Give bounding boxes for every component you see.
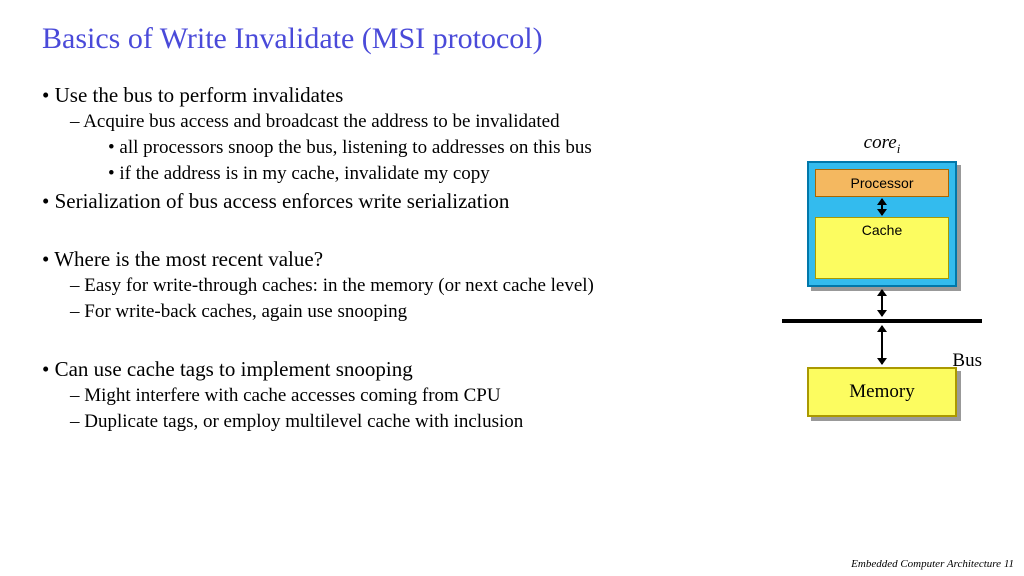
bullet-l2: Duplicate tags, or employ multilevel cac… (42, 410, 762, 434)
architecture-diagram: corei Processor Cache Bus Memory (792, 132, 972, 417)
slide-footer: Embedded Computer Architecture 11 (851, 558, 1014, 570)
memory-box: Memory (807, 367, 957, 417)
cache-box: Cache (815, 217, 949, 279)
bullet-content: Use the bus to perform invalidates Acqui… (42, 82, 762, 435)
processor-box: Processor (815, 169, 949, 197)
arrow-icon (881, 199, 883, 215)
bullet-l3: all processors snoop the bus, listening … (42, 136, 762, 160)
bullet-l3: if the address is in my cache, invalidat… (42, 162, 762, 186)
bullet-l2: Easy for write-through caches: in the me… (42, 274, 762, 298)
arrow-icon (881, 326, 883, 364)
bullet-l1: Use the bus to perform invalidates (42, 82, 762, 108)
arrow-icon (881, 290, 883, 316)
core-box: Processor Cache (807, 161, 957, 287)
bullet-l1: Where is the most recent value? (42, 246, 762, 272)
bullet-l1: Can use cache tags to implement snooping (42, 356, 762, 382)
core-label: corei (792, 132, 972, 157)
bullet-l2: Might interfere with cache accesses comi… (42, 384, 762, 408)
bullet-l2: Acquire bus access and broadcast the add… (42, 110, 762, 134)
bullet-l1: Serialization of bus access enforces wri… (42, 188, 762, 214)
slide-title: Basics of Write Invalidate (MSI protocol… (0, 0, 1024, 56)
bullet-l2: For write-back caches, again use snoopin… (42, 300, 762, 324)
